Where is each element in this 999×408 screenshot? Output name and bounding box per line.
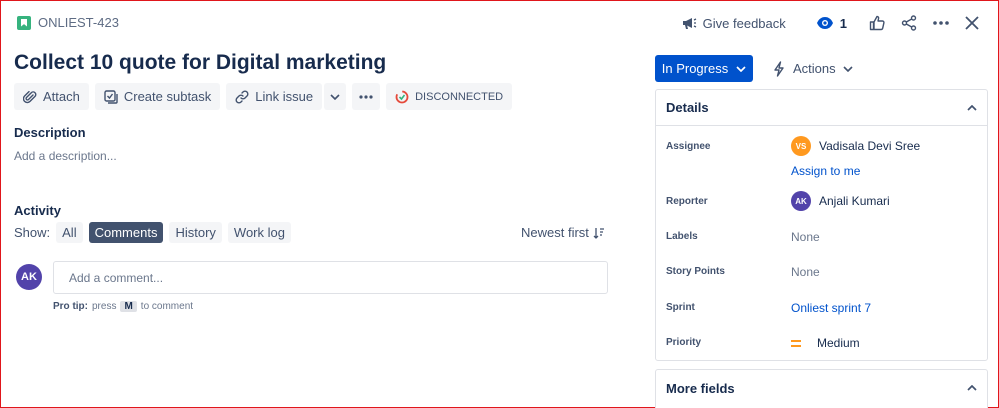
more-fields-header[interactable]: More fields: [656, 370, 987, 406]
give-feedback-label: Give feedback: [702, 15, 786, 31]
header-actions: Give feedback 1: [673, 10, 987, 36]
pro-tip-suffix: to comment: [140, 301, 194, 312]
comment-placeholder: Add a comment...: [69, 270, 164, 285]
activity-filter: Show: All Comments History Work log: [14, 222, 291, 243]
avatar: VS: [791, 136, 811, 156]
like-button[interactable]: [861, 10, 893, 36]
pro-tip-label: Pro tip:: [53, 301, 88, 312]
disconnected-label: DISCONNECTED: [415, 90, 504, 103]
sprint-value[interactable]: Onliest sprint 7: [791, 301, 871, 315]
lightning-icon: [774, 60, 784, 77]
activity-heading: Activity: [14, 203, 61, 218]
story-points-label: Story Points: [666, 266, 725, 277]
link-issue-button[interactable]: Link issue: [226, 83, 323, 110]
issue-title[interactable]: Collect 10 quote for Digital marketing: [14, 51, 386, 75]
issue-toolbar: Attach Create subtask Link issue DISCONN…: [14, 83, 513, 110]
megaphone-icon: [682, 18, 696, 29]
more-actions-button[interactable]: [352, 83, 381, 110]
status-dropdown[interactable]: In Progress: [655, 55, 753, 82]
details-header[interactable]: Details: [656, 90, 987, 126]
actions-label: Actions: [793, 61, 836, 76]
assignee-name: Vadisala Devi Sree: [819, 139, 921, 153]
details-panel: Details Assignee VS Vadisala Devi Sree A…: [655, 89, 988, 361]
priority-medium-icon: [791, 339, 801, 347]
watch-button[interactable]: 1: [808, 10, 855, 36]
close-button[interactable]: [957, 10, 987, 36]
disconnected-button[interactable]: DISCONNECTED: [386, 83, 513, 110]
give-feedback-button[interactable]: Give feedback: [673, 10, 794, 36]
pro-tip: Pro tip: press M to comment: [53, 301, 193, 312]
subtask-icon: [104, 89, 118, 104]
details-title: Details: [666, 100, 709, 115]
show-label: Show:: [14, 225, 51, 240]
chevron-up-icon: [967, 104, 977, 111]
issue-key[interactable]: ONLIEST-423: [38, 15, 119, 30]
chevron-down-icon: [843, 65, 853, 72]
attach-label: Attach: [43, 89, 80, 104]
sprint-label: Sprint: [666, 302, 695, 313]
link-issue-split: Link issue: [226, 83, 347, 110]
watch-count: 1: [839, 15, 847, 31]
reporter-name: Anjali Kumari: [819, 194, 890, 208]
assignee-label: Assignee: [666, 141, 711, 152]
chevron-down-icon: [330, 93, 340, 100]
story-points-value[interactable]: None: [791, 265, 820, 279]
filter-work-log[interactable]: Work log: [227, 222, 291, 243]
more-options-button[interactable]: [925, 10, 957, 36]
link-issue-label: Link issue: [255, 89, 314, 104]
chevron-down-icon: [736, 65, 746, 72]
pro-tip-press: press: [92, 301, 117, 312]
sort-button[interactable]: Newest first: [521, 225, 605, 240]
breadcrumb[interactable]: ONLIEST-423: [17, 15, 119, 30]
create-subtask-button[interactable]: Create subtask: [94, 83, 221, 110]
chevron-up-icon: [967, 385, 977, 391]
filter-history[interactable]: History: [169, 222, 222, 243]
filter-all[interactable]: All: [56, 222, 83, 243]
more-fields-title: More fields: [666, 380, 735, 396]
description-heading: Description: [14, 125, 86, 140]
eye-icon: [816, 17, 833, 29]
shortcut-key: M: [120, 301, 137, 312]
labels-value[interactable]: None: [791, 230, 820, 244]
sync-status-icon: [395, 90, 409, 103]
assignee-value[interactable]: VS Vadisala Devi Sree: [791, 136, 920, 156]
comment-input[interactable]: Add a comment...: [53, 261, 608, 294]
paperclip-icon: [23, 90, 37, 103]
actions-dropdown[interactable]: Actions: [772, 55, 853, 82]
reporter-label: Reporter: [666, 196, 708, 207]
more-icon: [933, 21, 949, 25]
priority-label: Priority: [666, 337, 702, 348]
reporter-value[interactable]: AK Anjali Kumari: [791, 191, 890, 211]
attach-button[interactable]: Attach: [14, 83, 89, 110]
avatar: AK: [791, 191, 811, 211]
more-fields-panel: More fields: [655, 369, 988, 408]
avatar: AK: [16, 264, 42, 290]
more-icon: [359, 94, 373, 99]
create-subtask-label: Create subtask: [123, 89, 212, 104]
priority-value[interactable]: Medium: [791, 336, 860, 350]
status-label: In Progress: [661, 61, 729, 76]
sort-label: Newest first: [521, 225, 589, 240]
share-icon: [901, 15, 917, 31]
link-icon: [235, 89, 249, 104]
filter-comments[interactable]: Comments: [88, 222, 164, 243]
sort-icon: [593, 227, 604, 239]
story-icon: [17, 15, 31, 30]
close-icon: [965, 16, 979, 30]
priority-name: Medium: [817, 336, 860, 350]
link-issue-dropdown[interactable]: [324, 83, 347, 110]
labels-label: Labels: [666, 231, 698, 242]
share-button[interactable]: [893, 10, 925, 36]
thumbs-up-icon: [869, 15, 885, 31]
description-field[interactable]: Add a description...: [14, 149, 117, 163]
assign-to-me-link[interactable]: Assign to me: [791, 164, 860, 178]
